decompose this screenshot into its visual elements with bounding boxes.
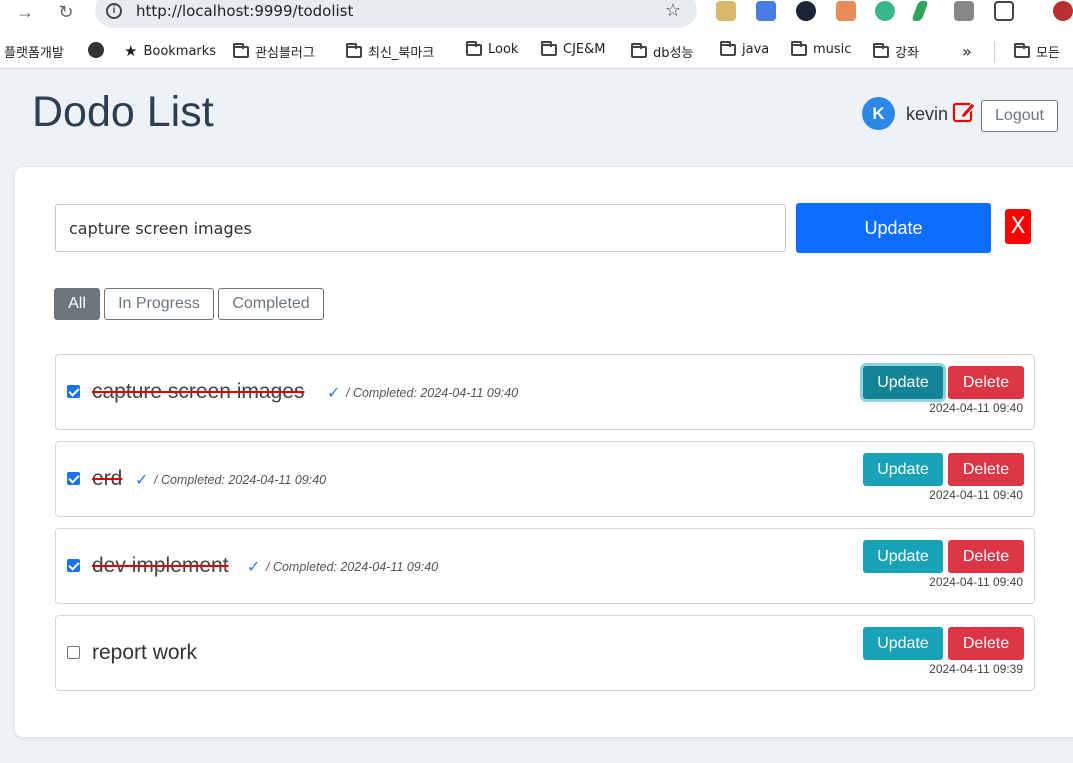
filter-completed-button[interactable]: Completed bbox=[218, 288, 324, 320]
todo-date: 2024-04-11 09:40 bbox=[929, 575, 1023, 589]
star-icon: ★ bbox=[124, 42, 138, 60]
update-todo-button[interactable]: Update bbox=[796, 203, 991, 253]
bookmark-label: CJE&M bbox=[563, 42, 606, 57]
edit-profile-icon[interactable] bbox=[952, 100, 976, 124]
bookmark-item[interactable]: 플랫폼개발 bbox=[4, 42, 64, 61]
logout-button[interactable]: Logout bbox=[981, 100, 1058, 132]
todo-update-button[interactable]: Update bbox=[863, 627, 943, 660]
address-url[interactable]: http://localhost:9999/todolist bbox=[136, 2, 353, 20]
todo-title: capture screen images bbox=[92, 380, 305, 403]
todo-checkbox[interactable] bbox=[67, 646, 80, 659]
bookmark-item[interactable]: java bbox=[720, 40, 770, 57]
todo-checkbox[interactable] bbox=[67, 559, 80, 572]
folder-icon bbox=[541, 40, 557, 56]
todo-title: dev implement bbox=[92, 554, 229, 577]
cancel-edit-button[interactable]: X bbox=[1005, 209, 1031, 244]
todo-delete-button[interactable]: Delete bbox=[948, 540, 1024, 573]
todo-delete-button[interactable]: Delete bbox=[948, 453, 1024, 486]
bookmark-label: 최신_북마크 bbox=[368, 46, 435, 61]
bookmark-label: db성능 bbox=[653, 46, 694, 61]
bookmark-label: music bbox=[813, 42, 852, 57]
bookmark-label: 모든 bbox=[1036, 46, 1060, 61]
bookmark-label: 강좌 bbox=[895, 46, 919, 61]
bookmark-label: 관심블러그 bbox=[255, 46, 315, 61]
todo-item: capture screen images ✓ / Completed: 202… bbox=[55, 354, 1035, 430]
extension-gallery-icon[interactable] bbox=[836, 1, 856, 21]
forward-arrow-icon[interactable]: → bbox=[12, 2, 38, 24]
todo-title: report work bbox=[92, 641, 198, 664]
bookmark-item[interactable]: 강좌 bbox=[873, 42, 919, 61]
folder-icon bbox=[631, 42, 647, 58]
filter-all-button[interactable]: All bbox=[54, 288, 100, 320]
folder-icon bbox=[1014, 42, 1030, 58]
extension-openai-icon[interactable] bbox=[875, 1, 895, 21]
todo-update-button[interactable]: Update bbox=[863, 453, 943, 486]
extension-hex-icon[interactable] bbox=[796, 1, 816, 21]
folder-icon bbox=[720, 40, 736, 56]
completed-timestamp: / Completed: 2024-04-11 09:40 bbox=[346, 386, 519, 400]
completed-timestamp: / Completed: 2024-04-11 09:40 bbox=[266, 560, 439, 574]
todo-update-button[interactable]: Update bbox=[863, 366, 943, 399]
bookmark-item[interactable]: Look bbox=[466, 40, 519, 57]
bookmarks-bar: 플랫폼개발 ★ Bookmarks 관심블러그 최신_북마크 Look CJE&M… bbox=[0, 33, 1073, 69]
page-title: Dodo List bbox=[32, 88, 214, 136]
bookmark-item[interactable] bbox=[88, 42, 104, 58]
address-bar[interactable]: i http://localhost:9999/todolist ☆ bbox=[95, 0, 697, 28]
overflow-label: » bbox=[962, 42, 972, 61]
bookmark-item[interactable]: music bbox=[791, 40, 852, 57]
extension-image-icon[interactable] bbox=[716, 1, 736, 21]
todo-title: erd bbox=[92, 467, 123, 490]
bookmark-item[interactable]: ★ Bookmarks bbox=[124, 42, 216, 60]
bookmark-label: 플랫폼개발 bbox=[4, 46, 64, 61]
todo-delete-button[interactable]: Delete bbox=[948, 627, 1024, 660]
bookmark-label: Bookmarks bbox=[143, 43, 217, 59]
bookmark-label: java bbox=[742, 42, 770, 57]
bookmarks-overflow-chevron-icon[interactable]: » bbox=[962, 42, 972, 61]
filter-in-progress-button[interactable]: In Progress bbox=[104, 288, 214, 320]
bookmark-item[interactable]: db성능 bbox=[631, 42, 693, 61]
todo-item: report work Update Delete 2024-04-11 09:… bbox=[55, 615, 1035, 691]
bookmark-label: Look bbox=[488, 42, 519, 57]
folder-icon bbox=[873, 42, 889, 58]
bookmark-item[interactable]: CJE&M bbox=[541, 40, 606, 57]
bookmark-item[interactable]: 최신_북마크 bbox=[346, 42, 434, 61]
globe-icon bbox=[88, 42, 104, 58]
folder-icon bbox=[346, 42, 362, 58]
bookmark-item[interactable]: 모든 bbox=[1014, 42, 1060, 61]
todo-delete-button[interactable]: Delete bbox=[948, 366, 1024, 399]
todo-item: dev implement ✓ / Completed: 2024-04-11 … bbox=[55, 528, 1035, 604]
bookmark-star-icon[interactable]: ☆ bbox=[665, 0, 681, 21]
profile-avatar-icon[interactable] bbox=[1053, 1, 1073, 21]
extension-pen-icon[interactable] bbox=[911, 1, 929, 21]
extension-translate-icon[interactable] bbox=[756, 1, 776, 21]
todo-date: 2024-04-11 09:40 bbox=[929, 401, 1023, 415]
todo-input[interactable] bbox=[55, 204, 786, 252]
site-info-icon[interactable]: i bbox=[106, 3, 122, 19]
todo-item: erd ✓ / Completed: 2024-04-11 09:40 Upda… bbox=[55, 441, 1035, 517]
todo-checkbox[interactable] bbox=[67, 472, 80, 485]
completed-check-icon: ✓ bbox=[247, 559, 261, 576]
bookmark-item[interactable]: 관심블러그 bbox=[233, 42, 315, 61]
reload-icon[interactable]: ↻ bbox=[53, 2, 79, 24]
todo-date: 2024-04-11 09:40 bbox=[929, 488, 1023, 502]
browser-toolbar: → ↻ i http://localhost:9999/todolist ☆ bbox=[0, 0, 1073, 33]
todo-update-button[interactable]: Update bbox=[863, 540, 943, 573]
extension-camera-icon[interactable] bbox=[954, 1, 974, 21]
todo-date: 2024-04-11 09:39 bbox=[929, 662, 1023, 676]
completed-check-icon: ✓ bbox=[135, 472, 149, 489]
extensions-puzzle-icon[interactable] bbox=[994, 1, 1014, 21]
todo-checkbox[interactable] bbox=[67, 385, 80, 398]
completed-timestamp: / Completed: 2024-04-11 09:40 bbox=[154, 473, 327, 487]
folder-icon bbox=[791, 40, 807, 56]
completed-check-icon: ✓ bbox=[327, 385, 341, 402]
folder-icon bbox=[466, 40, 482, 56]
folder-icon bbox=[233, 42, 249, 58]
bookmarks-divider bbox=[994, 42, 995, 62]
user-avatar: K bbox=[862, 97, 895, 130]
username-label: kevin bbox=[906, 104, 949, 124]
